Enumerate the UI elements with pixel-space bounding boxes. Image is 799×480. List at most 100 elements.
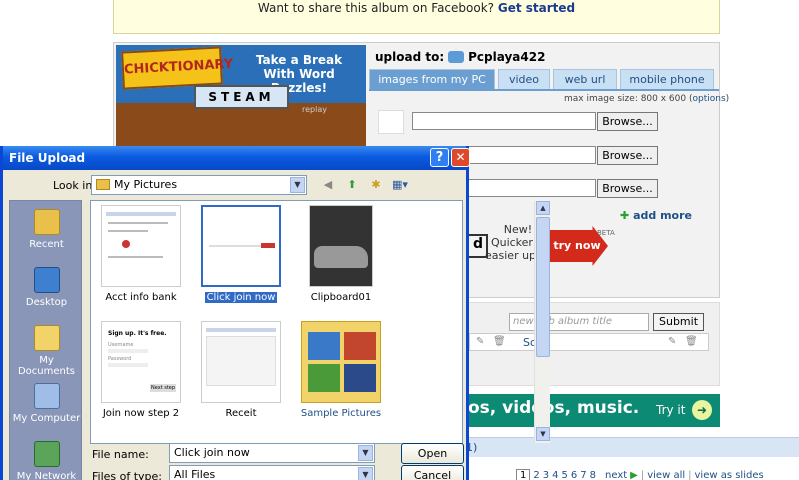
upload-to-label: upload to: — [375, 50, 445, 64]
vertical-scrollbar[interactable]: ▲ ▼ — [534, 201, 550, 443]
file-item[interactable]: Clipboard01 — [291, 205, 391, 303]
file-item[interactable]: Sign up. It's free. Username Password Ne… — [91, 321, 191, 419]
file-list-view[interactable]: Acct info bank Click join now Clipboard0… — [90, 200, 550, 444]
upload-tabs: images from my PC video web url mobile p… — [369, 69, 714, 89]
page-link[interactable]: 4 — [552, 470, 558, 480]
file-thumbnail — [309, 205, 373, 287]
edit-pencil-icon[interactable]: ✎ — [668, 336, 676, 347]
file-name-value: Click join now — [174, 446, 250, 459]
page-link[interactable]: 6 — [571, 470, 577, 480]
tab-web-url[interactable]: web url — [553, 69, 617, 89]
browse-button-3[interactable]: Browse... — [597, 179, 658, 198]
sample-pic-3 — [308, 364, 340, 392]
files-of-type-select[interactable]: All Files ▼ — [169, 465, 375, 480]
place-label: Recent — [29, 239, 64, 250]
close-button[interactable]: ✕ — [451, 148, 470, 167]
trash-icon[interactable]: 🗑 — [685, 336, 698, 347]
file-thumbnail: Sign up. It's free. Username Password Ne… — [101, 321, 181, 403]
chevron-down-icon[interactable]: ▼ — [358, 467, 373, 480]
max-size-text: max image size: 800 x 600 ( — [564, 94, 693, 104]
chevron-down-icon[interactable]: ▼ — [358, 445, 373, 461]
view-all-link[interactable]: view all — [647, 470, 685, 480]
page-link[interactable]: 3 — [543, 470, 549, 480]
get-started-link[interactable]: Get started — [498, 1, 575, 15]
my-network-icon — [33, 441, 60, 467]
page-link[interactable]: 2 — [533, 470, 539, 480]
file-thumbnail — [201, 321, 281, 403]
back-icon[interactable]: ◀ — [319, 177, 337, 193]
view-slides-link[interactable]: view as slides — [695, 470, 764, 480]
place-desktop[interactable]: Desktop — [10, 267, 83, 308]
page: Want to share this album on Facebook? Ge… — [0, 0, 799, 480]
scroll-up-icon[interactable]: ▲ — [536, 201, 550, 215]
page-link[interactable]: 7 — [580, 470, 586, 480]
ad-word: STEAM — [194, 85, 289, 109]
add-more-link[interactable]: ✚ add more — [620, 209, 692, 222]
file-item[interactable]: Receit — [191, 321, 291, 419]
trash-icon[interactable]: 🗑 — [493, 336, 506, 347]
place-label: My Documents — [17, 355, 76, 377]
tab-video[interactable]: video — [498, 69, 550, 89]
page-link[interactable]: 8 — [590, 470, 596, 480]
file-name-label: File name: — [92, 448, 149, 461]
recent-icon — [33, 209, 60, 235]
file-item-selected[interactable]: Click join now — [191, 205, 291, 303]
thumb-dot — [122, 240, 130, 248]
sub-album-title-input[interactable]: new sub album title — [509, 313, 649, 331]
submit-button[interactable]: Submit — [653, 313, 704, 331]
my-computer-icon — [33, 383, 60, 409]
thumb-line — [108, 230, 148, 232]
dialog-titlebar[interactable]: File Upload — [3, 146, 466, 170]
photos-videos-music-banner[interactable]: os, videos, music. Try it ➜ — [468, 394, 720, 427]
place-my-network[interactable]: My Network — [10, 441, 83, 480]
ad-replay[interactable]: replay — [302, 105, 327, 114]
tab-images-from-pc[interactable]: images from my PC — [369, 69, 495, 89]
file-name-input[interactable]: Click join now ▼ — [169, 443, 375, 463]
ad-stage — [116, 103, 366, 150]
chevron-down-icon[interactable]: ▼ — [290, 177, 305, 193]
upload-to-heading: upload to: Pcplaya422 — [375, 50, 545, 64]
thumb-bar — [206, 328, 276, 332]
file-name: Clipboard01 — [310, 292, 372, 303]
page-link[interactable]: 1 — [516, 469, 531, 480]
help-button[interactable]: ? — [430, 148, 449, 167]
place-recent[interactable]: Recent — [10, 209, 83, 250]
scroll-thumb[interactable] — [536, 217, 550, 357]
look-in-label: Look in: — [53, 179, 96, 192]
place-my-computer[interactable]: My Computer — [10, 383, 83, 424]
up-folder-icon[interactable]: ⬆ — [343, 177, 361, 193]
place-label: My Network — [16, 471, 77, 480]
browse-button-2[interactable]: Browse... — [597, 146, 658, 165]
thumb-username: Username — [108, 342, 134, 348]
tab-mobile-phone[interactable]: mobile phone — [620, 69, 714, 89]
max-image-size: max image size: 800 x 600 (options) — [564, 94, 729, 104]
thumb-line — [108, 363, 148, 367]
next-link[interactable]: next — [605, 470, 627, 480]
sample-pic-4 — [344, 364, 376, 392]
blue-strip: 1) — [462, 437, 799, 457]
options-link[interactable]: options — [692, 94, 725, 104]
place-my-documents[interactable]: My Documents — [10, 325, 83, 377]
look-in-select[interactable]: My Pictures ▼ — [91, 175, 307, 195]
next-arrow-icon: ▶ — [630, 470, 638, 480]
file-path-input-1[interactable] — [412, 112, 596, 130]
scroll-down-icon[interactable]: ▼ — [536, 427, 550, 441]
banner-headline: os, videos, music. — [468, 398, 640, 418]
browse-button-1[interactable]: Browse... — [597, 112, 658, 131]
place-label: My Computer — [12, 413, 81, 424]
edit-pencil-icon[interactable]: ✎ — [476, 336, 484, 347]
page-link[interactable]: 5 — [562, 470, 568, 480]
open-button[interactable]: Open — [401, 443, 464, 464]
upload-thumb-slot — [378, 110, 404, 134]
cancel-button[interactable]: Cancel — [401, 465, 464, 480]
file-item[interactable]: Acct info bank — [91, 205, 191, 303]
new-folder-icon[interactable]: ✱ — [367, 177, 385, 193]
dialog-toolbar: ◀ ⬆ ✱ ▦▾ — [319, 177, 409, 193]
arrow-right-icon: ➜ — [692, 400, 712, 420]
chicktionary-ad[interactable]: CHICKTIONARY Take a Break With Word Puzz… — [116, 45, 366, 150]
views-menu-icon[interactable]: ▦▾ — [391, 177, 409, 193]
folder-item[interactable]: Sample Pictures — [291, 321, 391, 419]
files-of-type-value: All Files — [174, 468, 216, 480]
thumb-window — [206, 336, 276, 386]
file-name: Receit — [225, 408, 257, 419]
